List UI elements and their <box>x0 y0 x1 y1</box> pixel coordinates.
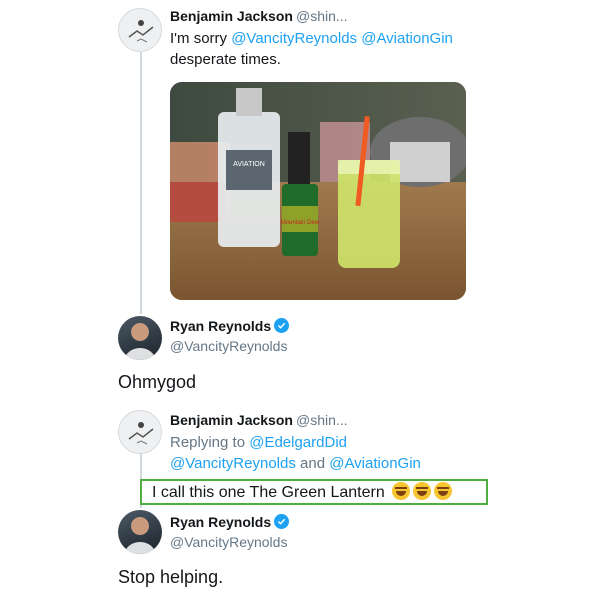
replying-to-line2: @VancityReynolds and @AviationGin <box>170 455 421 472</box>
laughing-emoji-icon <box>434 482 453 500</box>
avatar-sketch-icon <box>128 20 154 43</box>
tweet-photo[interactable]: AVIATION Mountain Dew <box>170 82 466 300</box>
author-name[interactable]: Ryan Reynolds <box>170 318 271 334</box>
replying-to-line1: Replying to @EdelgardDid <box>170 434 347 451</box>
mention-link[interactable]: @VancityReynolds <box>170 455 296 472</box>
avatar-ryan-reynolds[interactable] <box>118 316 162 360</box>
author-handle[interactable]: @VancityReynolds <box>170 338 287 354</box>
thread-connector-line <box>140 52 142 314</box>
laughing-emoji-icon <box>392 482 411 500</box>
bottle-label-text: AVIATION <box>233 161 265 168</box>
tweet-text-line2: desperate times. <box>170 51 281 68</box>
tweet-text-line1: I'm sorry @VancityReynolds @AviationGin <box>170 30 453 47</box>
avatar-benjamin-jackson[interactable] <box>118 8 162 52</box>
author-handle[interactable]: @shin... <box>296 412 348 428</box>
mention-link[interactable]: @AviationGin <box>361 30 453 47</box>
person-photo-icon <box>124 517 156 554</box>
author-handle[interactable]: @VancityReynolds <box>170 534 287 550</box>
mention-link[interactable]: @AviationGin <box>329 455 421 472</box>
author-name[interactable]: Benjamin Jackson <box>170 8 293 24</box>
can-label-text: Mountain Dew <box>281 220 320 226</box>
tweet-text: I call this one The Green Lantern <box>152 482 453 502</box>
person-photo-icon <box>124 323 156 360</box>
laughing-emoji-icon <box>413 482 432 500</box>
verified-badge-icon <box>274 318 289 333</box>
avatar-benjamin-jackson[interactable] <box>118 410 162 454</box>
verified-badge-icon <box>274 514 289 529</box>
replying-to-label: Replying to <box>170 434 250 451</box>
author-name[interactable]: Ryan Reynolds <box>170 514 271 530</box>
tweet-text-prefix: I'm sorry <box>170 30 232 47</box>
avatar-ryan-reynolds[interactable] <box>118 510 162 554</box>
replying-to-and: and <box>295 455 330 472</box>
tweet-text: Ohmygod <box>118 372 197 392</box>
tweet-text: Stop helping. <box>118 567 224 587</box>
avatar-sketch-icon <box>128 422 154 445</box>
author-handle[interactable]: @shin... <box>296 8 348 24</box>
author-name[interactable]: Benjamin Jackson <box>170 412 293 428</box>
tweet-text-content: I call this one The Green Lantern <box>152 484 385 501</box>
mention-link[interactable]: @VancityReynolds <box>231 30 357 47</box>
mention-link[interactable]: @EdelgardDid <box>249 434 347 451</box>
drink-photo-illustration: AVIATION Mountain Dew <box>170 82 466 300</box>
